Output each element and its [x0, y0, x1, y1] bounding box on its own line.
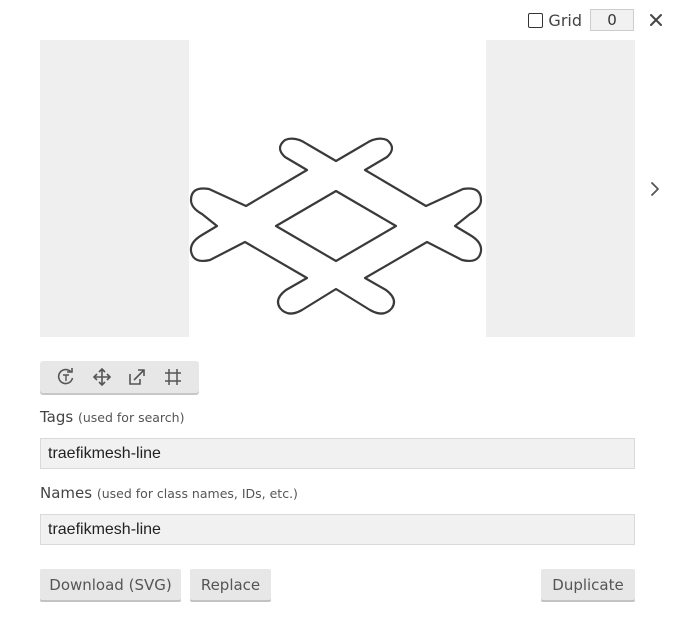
move-icon[interactable]	[92, 367, 112, 387]
download-svg-button[interactable]: Download (SVG)	[40, 569, 181, 600]
duplicate-button[interactable]: Duplicate	[541, 569, 635, 600]
resize-icon[interactable]	[127, 367, 147, 387]
chevron-right-icon[interactable]	[648, 180, 662, 198]
replace-button[interactable]: Replace	[190, 569, 271, 600]
names-input[interactable]	[40, 514, 635, 545]
icon-preview-canvas	[189, 40, 486, 337]
tags-label: Tags (used for search)	[40, 408, 184, 426]
tags-input[interactable]	[40, 438, 635, 469]
close-icon[interactable]	[648, 12, 664, 28]
names-hint: (used for class names, IDs, etc.)	[96, 486, 298, 501]
mesh-outline	[189, 137, 483, 315]
icon-preview	[40, 40, 635, 337]
crop-grid-icon[interactable]	[163, 367, 183, 387]
rotate-icon[interactable]	[56, 367, 76, 387]
names-label-text: Names	[40, 484, 93, 502]
grid-label: Grid	[548, 10, 582, 30]
traefikmesh-line-icon	[189, 137, 483, 315]
grid-checkbox[interactable]	[528, 12, 544, 28]
grid-toggle[interactable]: Grid	[528, 11, 582, 30]
grid-size-input[interactable]	[590, 9, 634, 31]
mesh-inner-diamond	[274, 189, 398, 263]
names-label: Names (used for class names, IDs, etc.)	[40, 484, 298, 502]
tags-label-text: Tags	[40, 408, 74, 426]
transform-toolbar	[40, 361, 199, 393]
tags-hint: (used for search)	[78, 410, 185, 425]
top-bar: Grid	[528, 8, 664, 32]
